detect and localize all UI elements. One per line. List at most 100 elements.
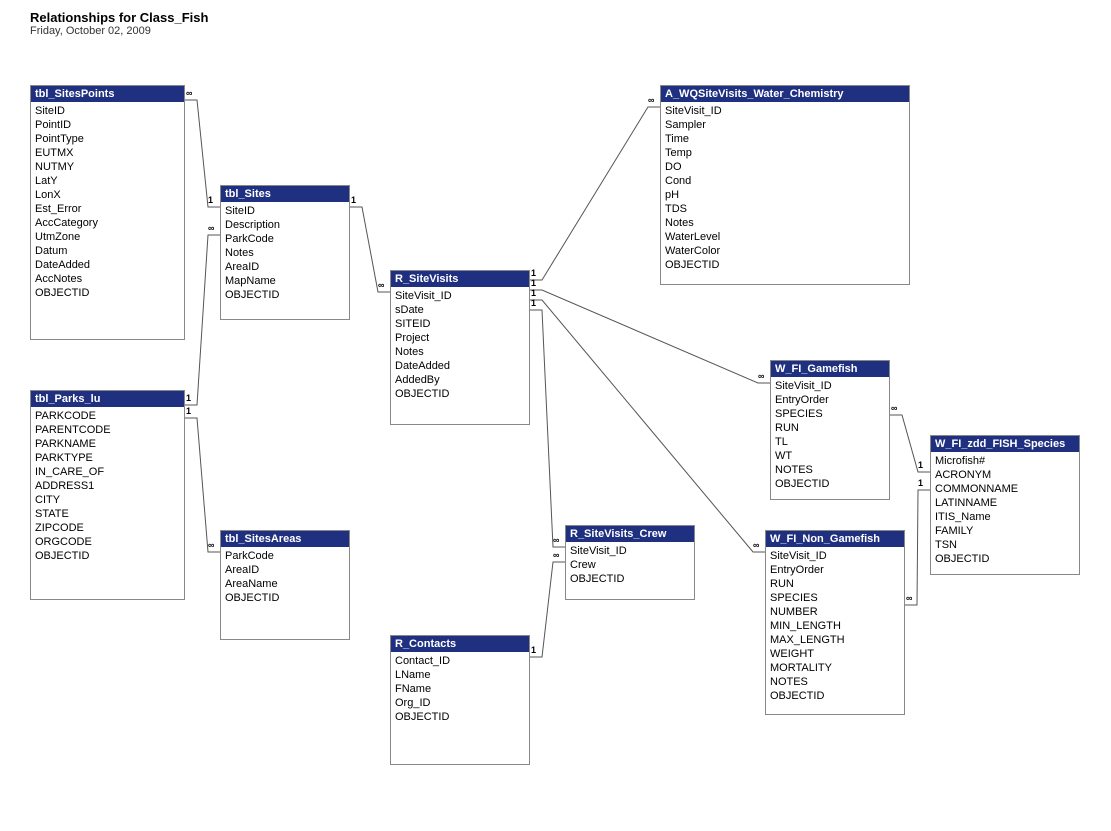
table-R_Contacts[interactable]: R_ContactsContact_IDLNameFNameOrg_IDOBJE… bbox=[390, 635, 530, 765]
relationship-cardinality: ∞ bbox=[906, 593, 912, 603]
table-body: ParkCodeAreaIDAreaNameOBJECTID bbox=[221, 547, 349, 609]
table-W_FI_Gamefish[interactable]: W_FI_GamefishSiteVisit_IDEntryOrderSPECI… bbox=[770, 360, 890, 500]
field: Time bbox=[665, 132, 905, 146]
field: Crew bbox=[570, 558, 690, 572]
table-tbl_Parks_lu[interactable]: tbl_Parks_luPARKCODEPARENTCODEPARKNAMEPA… bbox=[30, 390, 185, 600]
field: RUN bbox=[770, 577, 900, 591]
field: OBJECTID bbox=[665, 258, 905, 272]
table-R_SiteVisits[interactable]: R_SiteVisitsSiteVisit_IDsDateSITEIDProje… bbox=[390, 270, 530, 425]
table-body: SiteIDDescriptionParkCodeNotesAreaIDMapN… bbox=[221, 202, 349, 306]
field: EUTMX bbox=[35, 146, 180, 160]
field: NUTMY bbox=[35, 160, 180, 174]
field: WaterColor bbox=[665, 244, 905, 258]
field: ZIPCODE bbox=[35, 521, 180, 535]
field: ADDRESS1 bbox=[35, 479, 180, 493]
field: LATINNAME bbox=[935, 496, 1075, 510]
field: TSN bbox=[935, 538, 1075, 552]
field: ParkCode bbox=[225, 549, 345, 563]
field: Temp bbox=[665, 146, 905, 160]
relationship-cardinality: 1 bbox=[918, 478, 923, 488]
table-title: tbl_Sites bbox=[221, 186, 349, 202]
field: MORTALITY bbox=[770, 661, 900, 675]
field: OBJECTID bbox=[770, 689, 900, 703]
field: PointType bbox=[35, 132, 180, 146]
field: FName bbox=[395, 682, 525, 696]
field: SiteVisit_ID bbox=[770, 549, 900, 563]
field: pH bbox=[665, 188, 905, 202]
table-A_WQSiteVisits_Water_Chemistry[interactable]: A_WQSiteVisits_Water_Chemistry SiteVisit_… bbox=[660, 85, 910, 285]
table-title: tbl_Parks_lu bbox=[31, 391, 184, 407]
field: Est_Error bbox=[35, 202, 180, 216]
field: Description bbox=[225, 218, 345, 232]
field: AddedBy bbox=[395, 373, 525, 387]
field: DO bbox=[665, 160, 905, 174]
field: LName bbox=[395, 668, 525, 682]
table-W_FI_zdd_FISH_Species[interactable]: W_FI_zdd_FISH_SpeciesMicrofish#ACRONYMCO… bbox=[930, 435, 1080, 575]
table-tbl_SitesAreas[interactable]: tbl_SitesAreasParkCodeAreaIDAreaNameOBJE… bbox=[220, 530, 350, 640]
field: DateAdded bbox=[395, 359, 525, 373]
field: Notes bbox=[665, 216, 905, 230]
relationship-cardinality: 1 bbox=[918, 460, 923, 470]
relationship-cardinality: ∞ bbox=[753, 540, 759, 550]
field: OBJECTID bbox=[395, 387, 525, 401]
field: Datum bbox=[35, 244, 180, 258]
relationship-cardinality: 1 bbox=[531, 268, 536, 278]
table-tbl_Sites[interactable]: tbl_SitesSiteIDDescriptionParkCodeNotesA… bbox=[220, 185, 350, 320]
field: NOTES bbox=[775, 463, 885, 477]
table-body: SiteIDPointIDPointTypeEUTMXNUTMYLatYLonX… bbox=[31, 102, 184, 304]
field: MAX_LENGTH bbox=[770, 633, 900, 647]
relationship-cardinality: 1 bbox=[186, 406, 191, 416]
field: WT bbox=[775, 449, 885, 463]
field: OBJECTID bbox=[225, 288, 345, 302]
field: Contact_ID bbox=[395, 654, 525, 668]
field: SPECIES bbox=[775, 407, 885, 421]
field: OBJECTID bbox=[35, 549, 180, 563]
table-body: SiteVisit_IDCrewOBJECTID bbox=[566, 542, 694, 590]
field: SiteVisit_ID bbox=[775, 379, 885, 393]
field: Notes bbox=[225, 246, 345, 260]
relationship-cardinality: ∞ bbox=[553, 550, 559, 560]
field: PARENTCODE bbox=[35, 423, 180, 437]
field: SiteVisit_ID bbox=[665, 104, 905, 118]
field: MapName bbox=[225, 274, 345, 288]
field: SITEID bbox=[395, 317, 525, 331]
field: Sampler bbox=[665, 118, 905, 132]
field: SiteID bbox=[225, 204, 345, 218]
field: LonX bbox=[35, 188, 180, 202]
relationship-cardinality: ∞ bbox=[553, 535, 559, 545]
field: STATE bbox=[35, 507, 180, 521]
table-body: SiteVisit_IDEntryOrderSPECIESRUNTLWTNOTE… bbox=[771, 377, 889, 495]
table-title: A_WQSiteVisits_Water_Chemistry bbox=[661, 86, 909, 102]
field: FAMILY bbox=[935, 524, 1075, 538]
field: UtmZone bbox=[35, 230, 180, 244]
table-R_SiteVisits_Crew[interactable]: R_SiteVisits_CrewSiteVisit_IDCrewOBJECTI… bbox=[565, 525, 695, 600]
table-body: SiteVisit_IDEntryOrderRUNSPECIESNUMBERMI… bbox=[766, 547, 904, 707]
field: Notes bbox=[395, 345, 525, 359]
field: ParkCode bbox=[225, 232, 345, 246]
field: AreaName bbox=[225, 577, 345, 591]
field: OBJECTID bbox=[775, 477, 885, 491]
table-W_FI_Non_Gamefish[interactable]: W_FI_Non_GamefishSiteVisit_IDEntryOrderR… bbox=[765, 530, 905, 715]
field: sDate bbox=[395, 303, 525, 317]
field: WaterLevel bbox=[665, 230, 905, 244]
field: OBJECTID bbox=[935, 552, 1075, 566]
field: DateAdded bbox=[35, 258, 180, 272]
relationship-cardinality: 1 bbox=[531, 298, 536, 308]
page-title: Relationships for Class_Fish bbox=[30, 10, 208, 25]
field: EntryOrder bbox=[770, 563, 900, 577]
field: NOTES bbox=[770, 675, 900, 689]
table-title: W_FI_Gamefish bbox=[771, 361, 889, 377]
table-title: R_SiteVisits_Crew bbox=[566, 526, 694, 542]
table-title: W_FI_zdd_FISH_Species bbox=[931, 436, 1079, 452]
field: Cond bbox=[665, 174, 905, 188]
relationship-cardinality: 1 bbox=[531, 278, 536, 288]
field: PointID bbox=[35, 118, 180, 132]
relationship-cardinality: ∞ bbox=[758, 371, 764, 381]
table-body: PARKCODEPARENTCODEPARKNAMEPARKTYPEIN_CAR… bbox=[31, 407, 184, 567]
field: TL bbox=[775, 435, 885, 449]
field: SiteVisit_ID bbox=[395, 289, 525, 303]
table-body: SiteVisit_IDsDateSITEIDProjectNotesDateA… bbox=[391, 287, 529, 405]
table-tbl_SitesPoints[interactable]: tbl_SitesPointsSiteIDPointIDPointTypeEUT… bbox=[30, 85, 185, 340]
relationship-cardinality: ∞ bbox=[648, 95, 654, 105]
field: COMMONNAME bbox=[935, 482, 1075, 496]
